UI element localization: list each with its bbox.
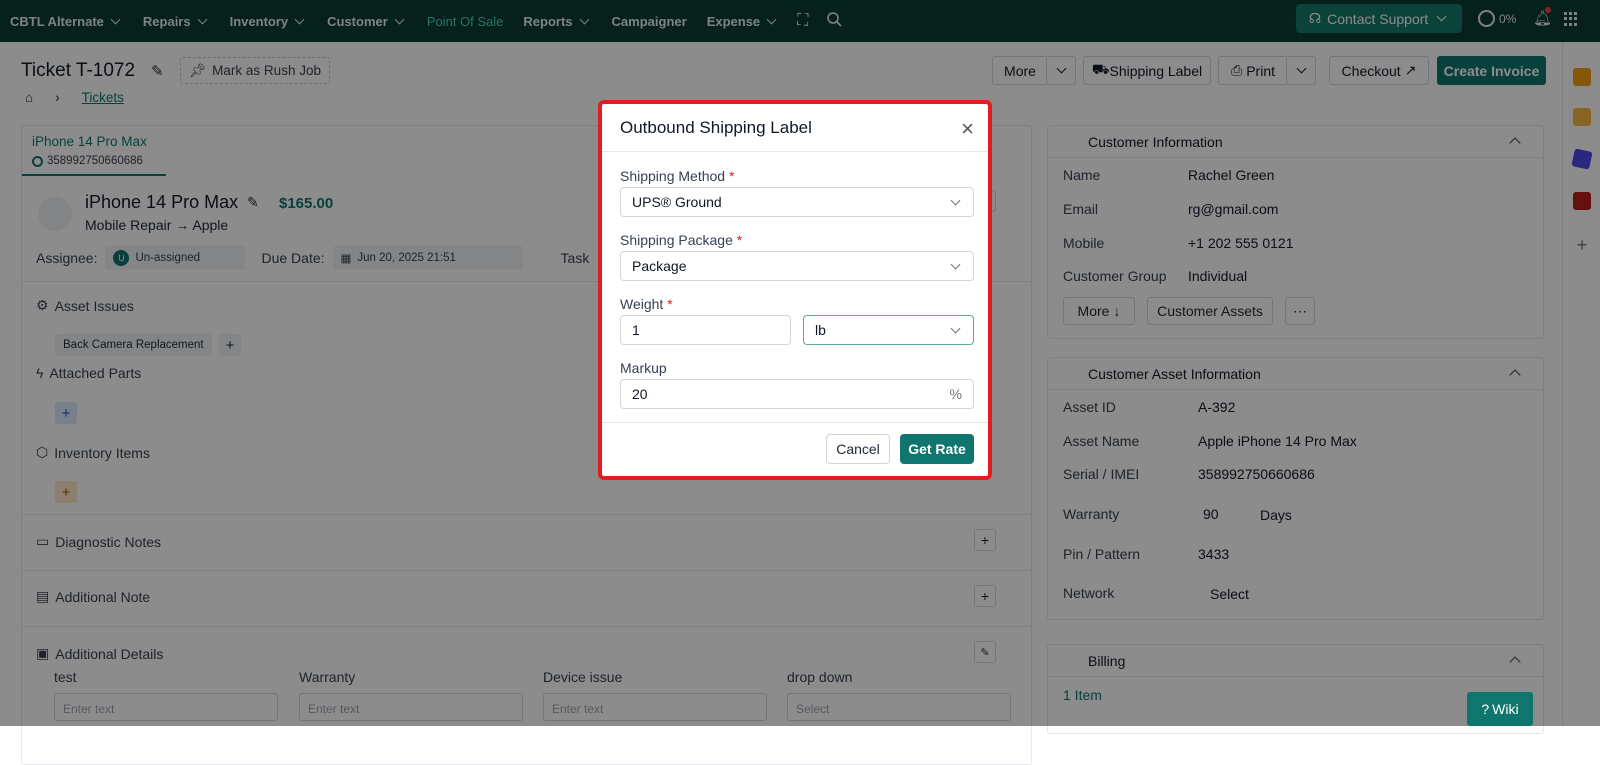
close-icon[interactable]: × [961,116,974,142]
chevron-down-icon [950,259,961,270]
shipping-package-select[interactable]: Package [620,251,974,281]
weight-input[interactable]: 1 [620,315,791,345]
modal-header: Outbound Shipping Label × [602,104,988,152]
wiki-button[interactable]: ? Wiki [1467,692,1533,726]
help-icon: ? [1481,701,1490,717]
modal-footer-divider [602,422,988,423]
markup-input[interactable]: 20% [620,379,974,409]
cancel-button[interactable]: Cancel [826,434,890,464]
shipping-package-label: Shipping Package * [620,232,743,248]
chevron-down-icon [950,195,961,206]
weight-unit-select[interactable]: lb [803,315,974,345]
chevron-down-icon [950,323,961,334]
shipping-method-label: Shipping Method * [620,168,735,184]
weight-label: Weight * [620,296,673,312]
modal-title: Outbound Shipping Label [620,117,812,137]
percent-suffix: % [949,386,962,402]
outbound-shipping-label-modal: Outbound Shipping Label × Shipping Metho… [598,100,992,480]
shipping-method-select[interactable]: UPS® Ground [620,187,974,217]
get-rate-button[interactable]: Get Rate [900,434,974,464]
markup-label: Markup [620,360,667,376]
